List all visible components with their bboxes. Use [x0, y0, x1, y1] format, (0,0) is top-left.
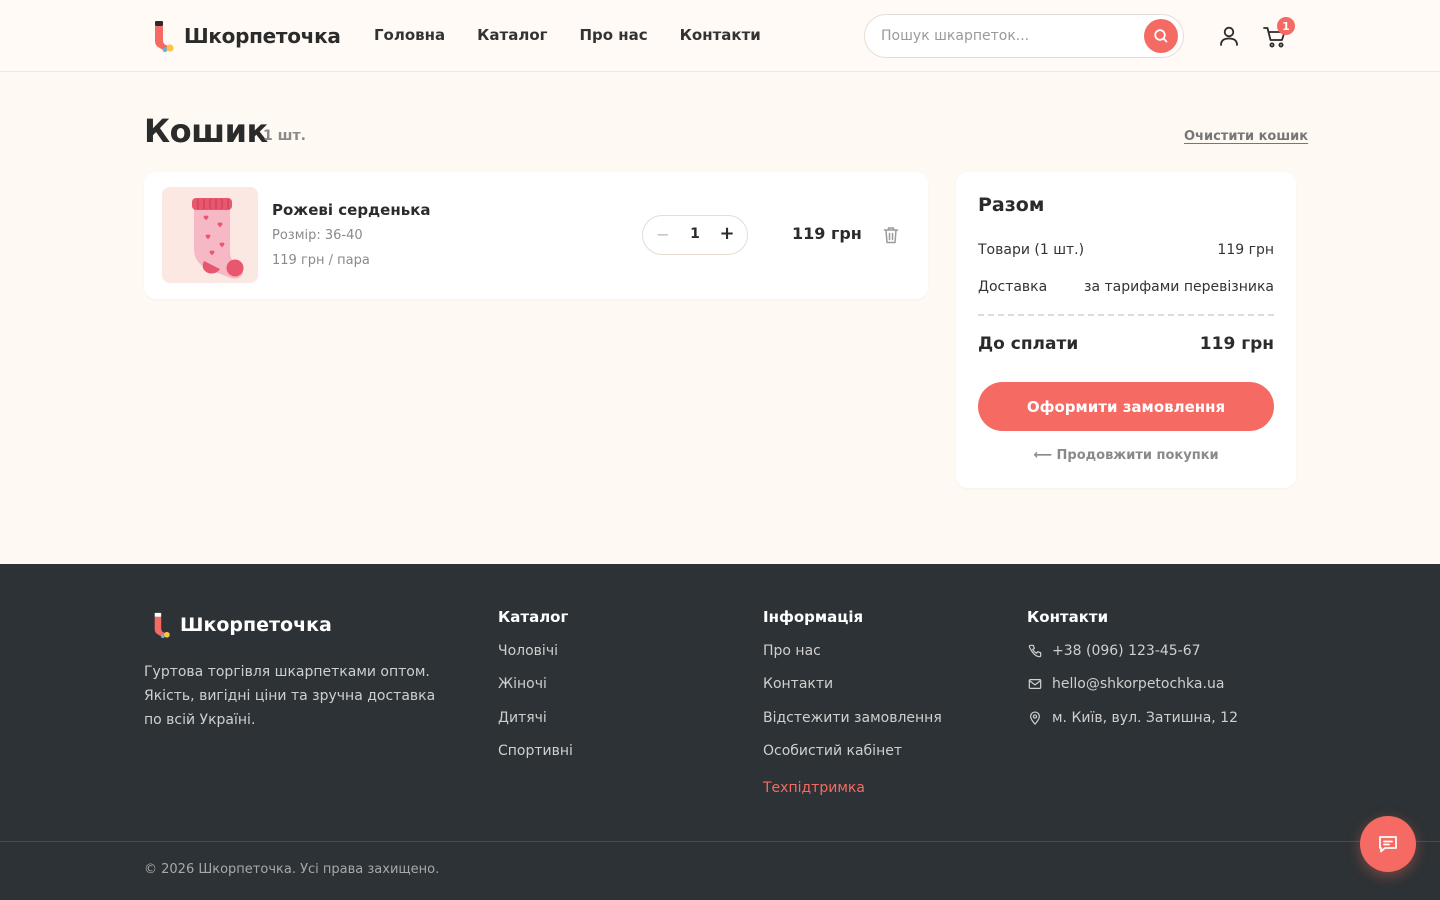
- summary-goods-row: Товари (1 шт.) 119 грн: [978, 242, 1274, 258]
- product-name[interactable]: Рожеві серденька: [272, 201, 431, 219]
- footer-link-sport[interactable]: Спортивні: [498, 743, 573, 759]
- main-nav: Головна Каталог Про нас Контакти: [374, 26, 761, 44]
- user-icon[interactable]: [1217, 24, 1241, 48]
- search-box: [864, 14, 1184, 58]
- order-summary: Разом Товари (1 шт.) 119 грн Доставка за…: [956, 172, 1296, 488]
- site-footer: Шкорпеточка Гуртова торгівля шкарпетками…: [0, 564, 1440, 900]
- trash-icon[interactable]: [883, 226, 899, 244]
- chat-icon: [1379, 836, 1397, 853]
- product-image[interactable]: [162, 187, 258, 283]
- footer-link-about[interactable]: Про нас: [763, 643, 821, 659]
- delivery-label: Доставка: [978, 279, 1048, 295]
- footer-catalog-column: Каталог: [498, 608, 568, 626]
- address-text: м. Київ, вул. Затишна, 12: [1052, 710, 1238, 726]
- footer-link-track-order[interactable]: Відстежити замовлення: [763, 710, 942, 726]
- goods-label: Товари (1 шт.): [978, 242, 1085, 258]
- search-input[interactable]: [881, 25, 1131, 47]
- item-total-price: 119 грн: [792, 224, 862, 243]
- footer-info-column: Інформація: [763, 608, 863, 626]
- total-value: 119 грн: [1199, 334, 1274, 354]
- phone-text: +38 (096) 123-45-67: [1052, 643, 1201, 659]
- summary-delivery-row: Доставка за тарифами перевізника: [978, 279, 1274, 295]
- search-button[interactable]: [1144, 19, 1178, 53]
- footer-brand-name: Шкорпеточка: [180, 614, 332, 636]
- cart-count-badge: 1: [1277, 17, 1295, 35]
- product-unit-price: 119 грн / пара: [272, 253, 370, 268]
- nav-contacts[interactable]: Контакти: [680, 26, 761, 44]
- footer-divider: [0, 841, 1440, 842]
- footer-info-title: Інформація: [763, 608, 864, 626]
- continue-shopping-link[interactable]: ⟵ Продовжити покупки: [978, 448, 1274, 463]
- nav-about[interactable]: Про нас: [579, 26, 647, 44]
- sock-logo-icon: [155, 21, 174, 52]
- footer-contacts-column: Контакти: [1027, 608, 1108, 626]
- pink-sock-image: [162, 187, 258, 283]
- site-header: Шкорпеточка Головна Каталог Про нас Конт…: [0, 0, 1440, 72]
- increase-quantity-button[interactable]: +: [719, 223, 735, 245]
- search-icon: [1154, 29, 1168, 43]
- summary-divider: [978, 314, 1274, 316]
- chat-button[interactable]: [1360, 816, 1416, 872]
- quantity-value[interactable]: 1: [685, 226, 705, 242]
- decrease-quantity-button[interactable]: −: [655, 225, 671, 245]
- total-label: До сплати: [978, 334, 1079, 354]
- summary-total-row: До сплати 119 грн: [978, 334, 1274, 354]
- copyright: © 2026 Шкорпеточка. Усі права захищено.: [144, 862, 440, 877]
- clear-cart-link[interactable]: Очистити кошик: [1184, 129, 1308, 144]
- sock-logo-icon: [154, 612, 170, 638]
- footer-link-women[interactable]: Жіночі: [498, 676, 547, 692]
- summary-title: Разом: [978, 194, 1045, 216]
- footer-description: Гуртова торгівля шкарпетками оптом. Якіс…: [144, 664, 436, 728]
- footer-catalog-title: Каталог: [498, 608, 569, 626]
- footer-link-support[interactable]: Техпідтримка: [763, 780, 865, 796]
- brand-logo[interactable]: Шкорпеточка: [152, 20, 341, 52]
- product-size: Розмір: 36-40: [272, 228, 363, 243]
- nav-home[interactable]: Головна: [374, 26, 445, 44]
- goods-value: 119 грн: [1217, 242, 1274, 258]
- brand-name: Шкорпеточка: [184, 24, 341, 48]
- delivery-value: за тарифами перевізника: [1084, 279, 1274, 295]
- location-pin-icon: [1030, 711, 1040, 725]
- quantity-stepper: − 1 +: [642, 215, 748, 255]
- page-title: Кошик: [144, 112, 268, 150]
- footer-link-kids[interactable]: Дитячі: [498, 710, 547, 726]
- phone-icon: [1028, 644, 1042, 658]
- footer-link-men[interactable]: Чоловічі: [498, 643, 558, 659]
- footer-link-account[interactable]: Особистий кабінет: [763, 743, 902, 759]
- footer-email[interactable]: hello@shkorpetochka.ua: [1028, 676, 1224, 692]
- email-text: hello@shkorpetochka.ua: [1052, 676, 1225, 692]
- cart-item: Рожеві серденька Розмір: 36-40 119 грн /…: [144, 172, 928, 299]
- mail-icon: [1028, 679, 1042, 689]
- nav-catalog[interactable]: Каталог: [477, 26, 547, 44]
- footer-link-contacts[interactable]: Контакти: [763, 676, 833, 692]
- footer-logo[interactable]: Шкорпеточка: [152, 612, 332, 638]
- footer-address: м. Київ, вул. Затишна, 12: [1028, 710, 1238, 726]
- footer-phone[interactable]: +38 (096) 123-45-67: [1028, 643, 1201, 659]
- cart-item-count: 1 шт.: [263, 128, 306, 144]
- checkout-button[interactable]: Оформити замовлення: [978, 382, 1274, 431]
- footer-contacts-title: Контакти: [1027, 608, 1109, 626]
